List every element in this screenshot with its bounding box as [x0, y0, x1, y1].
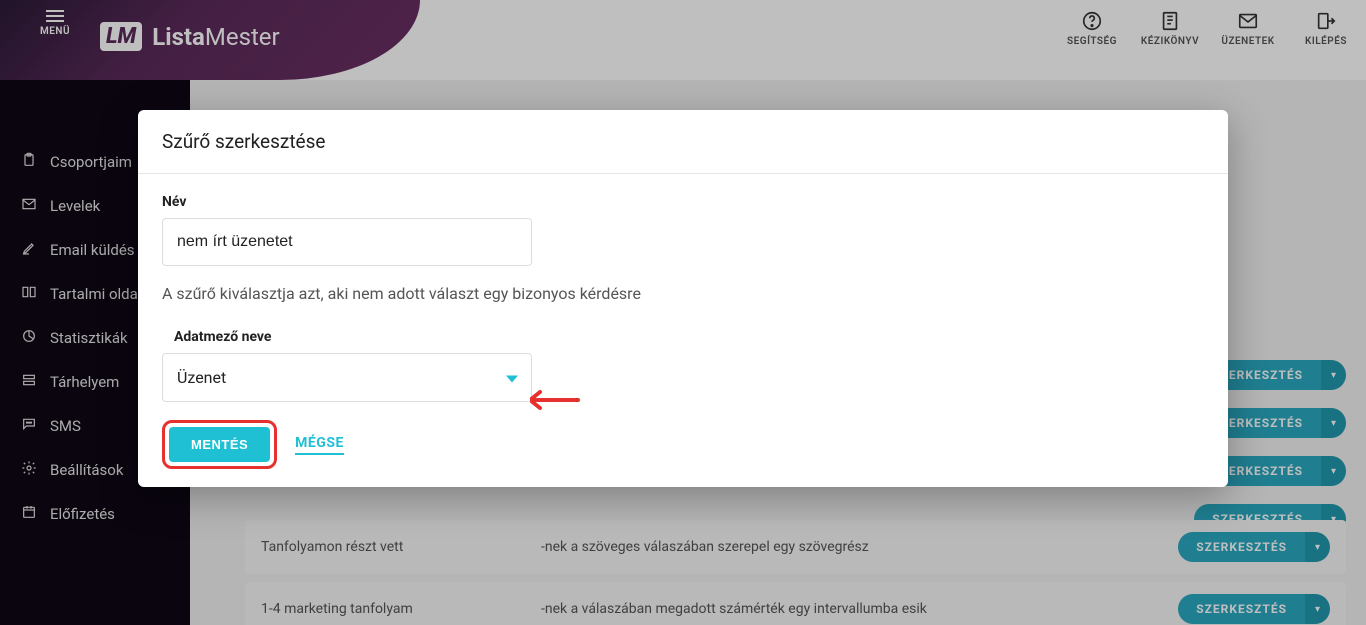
- save-button[interactable]: MENTÉS: [169, 427, 270, 462]
- modal-footer: MENTÉS MÉGSE: [138, 410, 1228, 487]
- filter-edit-modal: Szűrő szerkesztése Név A szűrő kiválaszt…: [138, 110, 1228, 487]
- name-input[interactable]: [162, 218, 532, 266]
- name-field-label: Név: [162, 194, 1204, 210]
- cancel-button[interactable]: MÉGSE: [295, 435, 344, 455]
- save-highlight-annotation: MENTÉS: [162, 420, 277, 469]
- datafield-select[interactable]: Üzenet: [162, 353, 532, 402]
- datafield-label: Adatmező neve: [162, 329, 1204, 345]
- annotation-arrow-icon: [530, 388, 580, 412]
- datafield-value: Üzenet: [162, 353, 532, 402]
- modal-title: Szűrő szerkesztése: [138, 110, 1228, 174]
- modal-body: Név A szűrő kiválasztja azt, aki nem ado…: [138, 174, 1228, 410]
- filter-description: A szűrő kiválasztja azt, aki nem adott v…: [162, 284, 1204, 303]
- chevron-down-icon: [506, 375, 518, 382]
